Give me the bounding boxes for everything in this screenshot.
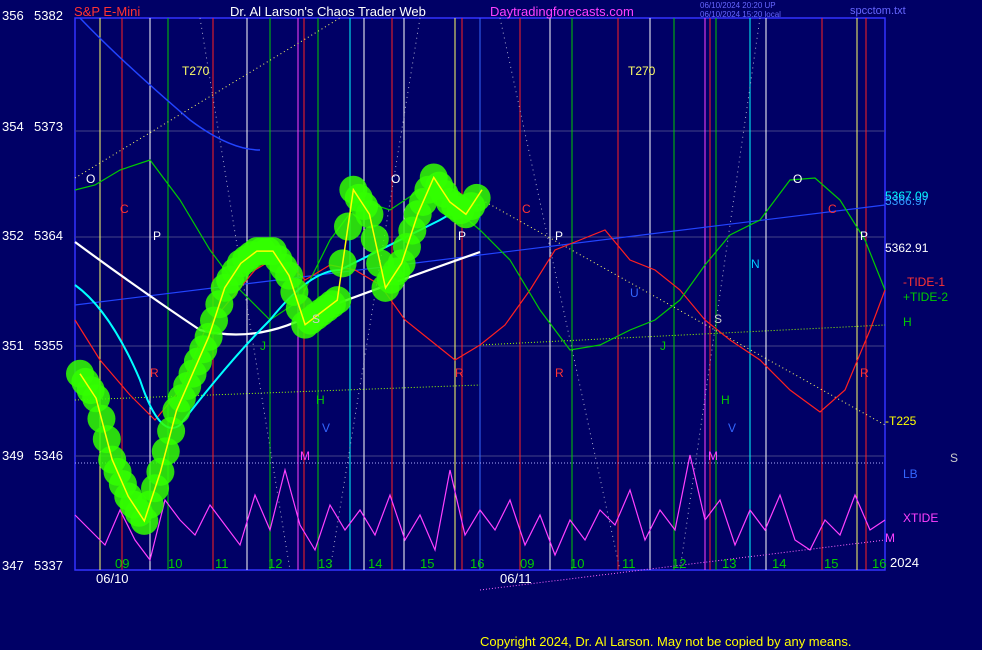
marker-p: P [860, 229, 868, 243]
marker-c: C [522, 202, 531, 216]
x-tick: 14 [368, 556, 382, 571]
y-inner-2: 5364 [34, 228, 63, 243]
y-axis-inner: 5382 5373 5364 5355 5346 5337 [34, 8, 63, 573]
marker-v: V [322, 421, 330, 435]
year-label: 2024 [890, 555, 919, 570]
y-inner-1: 5373 [34, 119, 63, 134]
chart-title: Dr. Al Larson's Chaos Trader Web [230, 4, 426, 19]
right-h: H [903, 315, 912, 329]
y-outer-0: 356 [2, 8, 24, 23]
x-tick: 10 [168, 556, 182, 571]
right-labels: 5367.09 5366.97 5362.91 -TIDE-1 +TIDE-2 … [885, 189, 958, 545]
stamp-1: 06/10/2024 20:20 UP [700, 1, 776, 10]
y-inner-0: 5382 [34, 8, 63, 23]
y-outer-4: 349 [2, 448, 24, 463]
y-outer-3: 351 [2, 338, 24, 353]
right-m: M [885, 531, 895, 545]
marker-c: C [828, 202, 837, 216]
y-axis-outer: 356 354 352 351 349 347 [2, 8, 24, 573]
right-tide2: +TIDE-2 [903, 290, 948, 304]
ma-blue-upper [79, 17, 261, 151]
marker-r: R [455, 366, 464, 380]
site-link[interactable]: Daytradingforecasts.com [490, 4, 634, 19]
white-dotted-4 [679, 17, 761, 571]
marker-o: O [793, 172, 802, 186]
x-tick: 15 [824, 556, 838, 571]
cycle-label-1: T270 [182, 64, 210, 78]
x-tick: 10 [570, 556, 584, 571]
y-outer-2: 352 [2, 228, 24, 243]
marker-o: O [391, 172, 400, 186]
y-outer-1: 354 [2, 119, 24, 134]
right-s: S [950, 451, 958, 465]
right-tide1: -TIDE-1 [903, 275, 945, 289]
x-tick: 16 [872, 556, 886, 571]
marker-v: V [728, 421, 736, 435]
right-lb: LB [903, 467, 918, 481]
y-inner-4: 5346 [34, 448, 63, 463]
marker-s: S [312, 312, 320, 326]
marker-s: S [714, 312, 722, 326]
marker-r: R [150, 366, 159, 380]
x-tick: 15 [420, 556, 434, 571]
date-label-1: 06/10 [96, 571, 129, 586]
marker-c: C [120, 202, 129, 216]
marker-u: U [630, 286, 639, 300]
marker-j: J [660, 339, 666, 353]
h-line [74, 384, 481, 401]
y-inner-3: 5355 [34, 338, 63, 353]
right-xtide: XTIDE [903, 511, 938, 525]
h-line-2 [479, 324, 886, 346]
x-tick: 12 [268, 556, 282, 571]
copyright: Copyright 2024, Dr. Al Larson. May not b… [480, 634, 851, 649]
marker-n: N [751, 257, 760, 271]
marker-r: R [555, 366, 564, 380]
marker-h: H [316, 393, 325, 407]
marker-j: J [260, 339, 266, 353]
date-label-2: 06/11 [500, 571, 532, 586]
x-tick: 09 [115, 556, 129, 571]
marker-p: P [555, 229, 563, 243]
marker-r: R [860, 366, 869, 380]
marker-p: P [153, 229, 161, 243]
marker-m: M [708, 449, 718, 463]
marker-h: H [721, 393, 730, 407]
marker-m: M [300, 449, 310, 463]
marker-p: P [458, 229, 466, 243]
file-label: spcctom.txt [850, 5, 906, 17]
x-tick: 09 [520, 556, 534, 571]
y-outer-5: 347 [2, 558, 24, 573]
x-tick: 13 [722, 556, 736, 571]
cycle-label-2: T270 [628, 64, 656, 78]
y-inner-5: 5337 [34, 558, 63, 573]
x-tick: 12 [672, 556, 686, 571]
x-tick: 11 [215, 556, 229, 571]
x-tick: 16 [470, 556, 484, 571]
price-blob [66, 163, 491, 535]
right-t225: -T225 [885, 414, 917, 428]
marker-o: O [86, 172, 95, 186]
symbol-label: S&P E-Mini [74, 4, 140, 19]
x-tick: 14 [772, 556, 786, 571]
right-price-c: 5362.91 [885, 241, 929, 255]
x-tick: 11 [622, 556, 636, 571]
x-tick: 13 [318, 556, 332, 571]
chaos-chart: S&P E-Mini Dr. Al Larson's Chaos Trader … [2, 1, 958, 649]
t270-line-left [74, 17, 341, 179]
white-dotted-3 [499, 17, 621, 571]
stamp-2: 06/10/2024 15:20 local [700, 10, 781, 19]
right-price-b: 5366.97 [885, 194, 929, 208]
